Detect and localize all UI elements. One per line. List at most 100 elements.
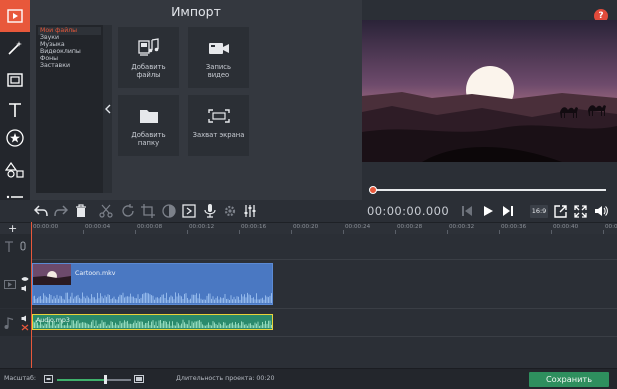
transitions-icon — [7, 73, 23, 87]
magic-wand-icon — [8, 41, 22, 55]
video-track-header — [0, 260, 31, 308]
ruler-tick-label: 00:00:08 — [137, 224, 163, 230]
audio-clip-name: Audio.mp3 — [36, 317, 70, 324]
redo-icon — [54, 205, 68, 217]
eye-icon[interactable] — [21, 276, 29, 282]
category-music[interactable]: Музыка — [40, 41, 65, 48]
color-adjust-icon — [162, 204, 176, 218]
playhead[interactable] — [31, 222, 32, 368]
add-track-button[interactable]: + — [8, 223, 17, 234]
trash-icon — [76, 204, 86, 217]
ruler-tick-label: 00:00:12 — [189, 224, 215, 230]
zoom-slider-fill[interactable] — [57, 379, 105, 381]
track-speaker-icon[interactable] — [21, 285, 29, 292]
import-title: Импорт — [171, 4, 221, 19]
track-divider — [31, 336, 617, 337]
ruler-tick-label: 00:00:00 — [33, 224, 59, 230]
audio-record-button[interactable] — [202, 203, 218, 219]
link-icon[interactable] — [20, 241, 26, 251]
equalizer-icon — [244, 205, 256, 217]
detach-preview-button[interactable] — [552, 203, 568, 219]
add-files-label: Добавить файлы — [131, 63, 166, 79]
ruler-tick-label: 00:00:20 — [293, 224, 319, 230]
shapes-icon — [5, 162, 24, 178]
category-sounds[interactable]: Звуки — [40, 34, 59, 41]
undo-button[interactable] — [33, 203, 49, 219]
screen-capture-icon — [207, 109, 230, 123]
redo-button[interactable] — [53, 203, 69, 219]
play-button[interactable] — [480, 203, 496, 219]
ruler-tick-label: 00:00:40 — [553, 224, 579, 230]
sidebar — [0, 0, 30, 222]
category-intros[interactable]: Заставки — [40, 62, 70, 69]
folder-icon — [139, 110, 158, 123]
ruler-tick-label: 00:00:32 — [449, 224, 475, 230]
ruler-tick-label: 00:00:44 — [605, 224, 617, 230]
screen-capture-tile[interactable]: Захват экрана — [188, 95, 249, 156]
color-adjust-button[interactable] — [161, 203, 177, 219]
timecode-display: 00:00:00.000 — [367, 204, 450, 218]
sidebar-item-transitions[interactable] — [0, 64, 30, 96]
project-duration: Длительность проекта: 00:20 — [176, 375, 275, 382]
next-frame-button[interactable] — [500, 203, 516, 219]
category-backgrounds[interactable]: Фоны — [40, 55, 58, 62]
track-speaker-icon[interactable] — [21, 315, 29, 322]
star-icon — [6, 129, 24, 147]
record-video-tile[interactable]: Запись видео — [188, 27, 249, 88]
play-icon — [484, 206, 493, 216]
collapse-panel-button[interactable] — [103, 25, 112, 193]
clip-properties-icon — [182, 204, 196, 218]
delete-button[interactable] — [73, 203, 89, 219]
save-button[interactable]: Сохранить — [529, 372, 609, 387]
speaker-icon — [595, 206, 608, 216]
chevron-left-icon — [104, 104, 110, 114]
external-window-icon — [553, 204, 567, 218]
video-clip-name: Cartoon.mkv — [75, 270, 116, 277]
mute-icon[interactable] — [21, 324, 29, 331]
cut-button[interactable] — [98, 203, 114, 219]
text-icon — [9, 103, 21, 117]
ruler-tick-label: 00:00:24 — [345, 224, 371, 230]
clip-properties-button[interactable] — [181, 203, 197, 219]
video-clip-waveform — [33, 292, 272, 303]
add-files-icon — [137, 38, 159, 56]
preview-progress-handle[interactable] — [369, 186, 377, 194]
rotate-button[interactable] — [120, 203, 136, 219]
ruler-tick-label: 00:00:04 — [85, 224, 111, 230]
add-files-tile[interactable]: Добавить файлы — [118, 27, 179, 88]
volume-button[interactable] — [593, 203, 609, 219]
category-my-files[interactable]: Мои файлы — [40, 27, 77, 34]
record-video-label: Запись видео — [205, 63, 232, 79]
sidebar-item-import[interactable] — [0, 0, 30, 32]
sidebar-item-stickers[interactable] — [0, 122, 30, 154]
equalizer-button[interactable] — [242, 203, 258, 219]
category-video-clips[interactable]: Видеоклипы — [40, 48, 81, 55]
fullscreen-icon — [573, 204, 587, 218]
zoom-slider-handle[interactable] — [104, 375, 107, 384]
preview-progress-bar[interactable] — [372, 189, 606, 191]
title-track-header — [0, 234, 31, 260]
video-track-icon — [4, 280, 16, 289]
settings-button[interactable] — [222, 203, 238, 219]
previous-frame-button[interactable] — [459, 203, 475, 219]
video-clip-thumbnail — [33, 264, 71, 285]
crop-icon — [141, 204, 155, 218]
fullscreen-button[interactable] — [572, 203, 588, 219]
crop-button[interactable] — [140, 203, 156, 219]
track-divider — [31, 259, 617, 260]
video-camera-icon — [208, 43, 229, 54]
zoom-out-icon[interactable] — [44, 375, 53, 383]
sidebar-item-shapes[interactable] — [0, 154, 30, 186]
sidebar-item-effects[interactable] — [0, 32, 30, 64]
skip-forward-icon — [503, 206, 513, 216]
zoom-label: Масштаб: — [4, 375, 37, 382]
music-note-icon — [4, 317, 14, 329]
audio-track-header — [0, 309, 31, 336]
microphone-icon — [204, 204, 216, 218]
ruler-tick-label: 00:00:36 — [501, 224, 527, 230]
add-folder-tile[interactable]: Добавить папку — [118, 95, 179, 156]
track-divider — [31, 308, 617, 309]
zoom-slider-track[interactable] — [105, 379, 131, 381]
aspect-ratio-button[interactable]: 16:9 — [530, 205, 548, 218]
zoom-in-icon[interactable] — [134, 375, 144, 383]
